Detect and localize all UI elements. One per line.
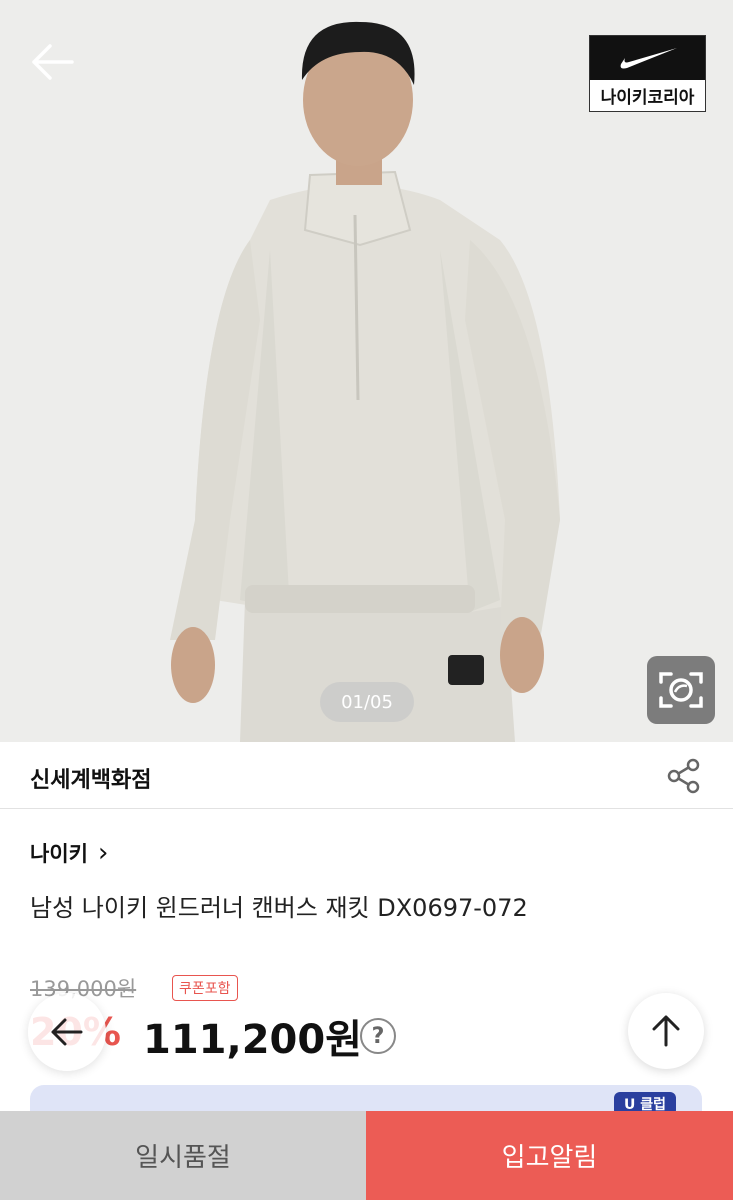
chevron-right-icon: › bbox=[97, 838, 109, 868]
floating-back-button[interactable] bbox=[28, 993, 106, 1071]
bottom-action-bar: 일시품절 입고알림 bbox=[0, 1111, 733, 1200]
store-bar: 신세계백화점 bbox=[0, 742, 733, 809]
brand-link[interactable]: 나이키 › bbox=[30, 838, 108, 868]
image-counter: 01/05 bbox=[320, 682, 414, 722]
camera-lens-icon bbox=[659, 672, 703, 708]
soldout-button[interactable]: 일시품절 bbox=[0, 1111, 366, 1200]
lens-search-button[interactable] bbox=[647, 656, 715, 724]
brand-name: 나이키 bbox=[30, 842, 88, 866]
back-arrow-icon[interactable] bbox=[26, 40, 78, 84]
store-name[interactable]: 신세계백화점 bbox=[30, 762, 151, 794]
share-icon[interactable] bbox=[664, 756, 704, 796]
restock-notify-button[interactable]: 입고알림 bbox=[366, 1111, 733, 1200]
product-title: 남성 나이키 윈드러너 캔버스 재킷 DX0697-072 bbox=[30, 894, 528, 922]
arrow-left-icon bbox=[51, 1018, 83, 1046]
nike-swoosh-icon bbox=[590, 36, 705, 80]
product-image-gallery[interactable]: 나이키코리아 01/05 bbox=[0, 0, 733, 742]
sale-price: 111,200원 bbox=[143, 1017, 362, 1063]
coupon-badge: 쿠폰포함 bbox=[172, 975, 238, 1001]
brand-badge-label: 나이키코리아 bbox=[600, 88, 695, 108]
arrow-up-icon bbox=[652, 1015, 680, 1047]
help-icon[interactable]: ? bbox=[360, 1018, 396, 1054]
scroll-top-button[interactable] bbox=[628, 993, 704, 1069]
brand-badge: 나이키코리아 bbox=[589, 35, 706, 112]
